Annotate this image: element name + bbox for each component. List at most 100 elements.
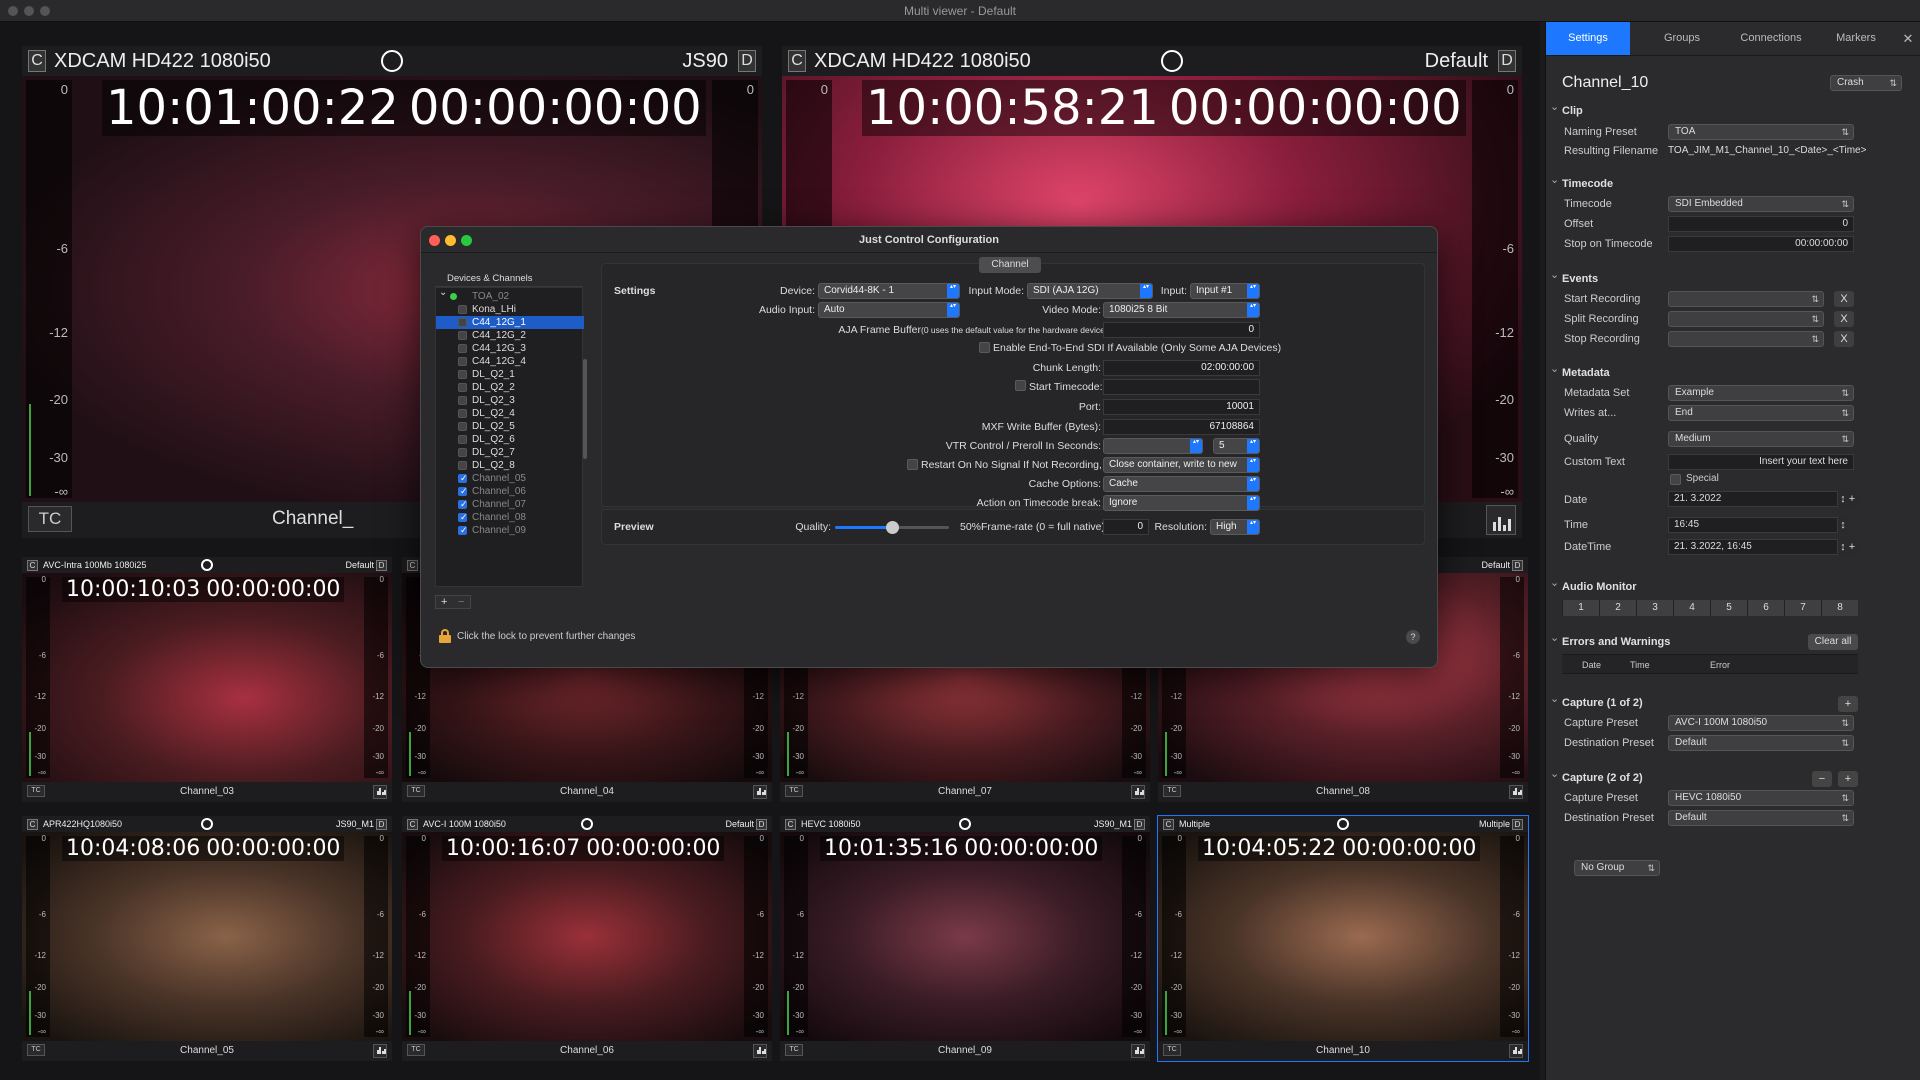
timecode-select[interactable]: SDI Embedded — [1668, 196, 1854, 212]
video-tile[interactable]: C Multiple Multiple D 10:04:05:22 00:00:00:00… — [1157, 815, 1529, 1062]
events-section[interactable]: Events — [1550, 268, 1598, 285]
add-device-button[interactable]: + — [441, 596, 447, 608]
record-icon[interactable] — [201, 818, 213, 830]
device-checkbox[interactable] — [458, 435, 467, 444]
device-list-item[interactable]: DL_Q2_5 — [436, 420, 584, 433]
input-select[interactable]: Input #1 — [1190, 283, 1260, 299]
capture2-destination-select[interactable]: Default — [1668, 810, 1854, 826]
device-checkbox[interactable] — [458, 422, 467, 431]
histogram-button[interactable] — [753, 785, 767, 799]
errors-col-date[interactable]: Date — [1582, 660, 1601, 670]
stop-recording-select[interactable] — [1668, 331, 1824, 347]
device-list-item[interactable]: Channel_07 — [436, 498, 584, 511]
capture-badge[interactable]: C — [407, 818, 418, 830]
disclosure-icon[interactable]: ⌄ — [439, 286, 447, 299]
vtr-select[interactable] — [1103, 438, 1203, 454]
audio-channel-button[interactable]: 2 — [1599, 600, 1636, 616]
capture2-remove-button[interactable]: − — [1812, 771, 1832, 787]
histogram-button[interactable] — [373, 785, 387, 799]
quality-slider-knob[interactable] — [886, 521, 899, 534]
device-list-item[interactable]: DL_Q2_8 — [436, 459, 584, 472]
capture2-section[interactable]: Capture (2 of 2) — [1550, 767, 1643, 784]
audio-channel-button[interactable]: 7 — [1784, 600, 1821, 616]
device-badge[interactable]: D — [1498, 50, 1516, 72]
device-checkbox[interactable] — [458, 461, 467, 470]
capture-badge[interactable]: C — [28, 50, 46, 72]
quality-select[interactable]: Medium — [1668, 431, 1854, 447]
video-feed[interactable] — [22, 832, 392, 1041]
capture-badge[interactable]: C — [1163, 818, 1174, 830]
tc-button[interactable]: TC — [28, 506, 72, 532]
capture2-add-button[interactable]: + — [1838, 771, 1858, 787]
datetime-add-button[interactable]: + — [1844, 539, 1860, 555]
device-badge[interactable]: D — [376, 559, 387, 571]
offset-input[interactable]: 0 — [1668, 216, 1854, 232]
resolution-select[interactable]: High — [1210, 519, 1260, 535]
device-checkbox[interactable] — [458, 485, 468, 498]
device-badge[interactable]: D — [1512, 818, 1523, 830]
errors-warnings-section[interactable]: Errors and Warnings — [1550, 631, 1670, 648]
restart-checkbox[interactable] — [907, 459, 918, 470]
capture2-preset-select[interactable]: HEVC 1080i50 — [1668, 790, 1854, 806]
device-list-item[interactable]: DL_Q2_2 — [436, 381, 584, 394]
video-feed[interactable] — [780, 832, 1150, 1041]
capture-badge[interactable]: C — [407, 559, 418, 571]
errors-col-time[interactable]: Time — [1630, 660, 1650, 670]
audio-monitor-section[interactable]: Audio Monitor — [1550, 576, 1636, 593]
record-icon[interactable] — [1161, 50, 1183, 72]
input-mode-select[interactable]: SDI (AJA 12G) — [1027, 283, 1153, 299]
dialog-minimize-button[interactable] — [445, 235, 456, 246]
capture-badge[interactable]: C — [785, 818, 796, 830]
start-timecode-input[interactable] — [1103, 379, 1260, 395]
device-list-item[interactable]: DL_Q2_4 — [436, 407, 584, 420]
split-recording-clear-button[interactable]: X — [1834, 311, 1854, 327]
frame-buffer-input[interactable]: 0 — [1103, 322, 1260, 338]
device-list-item[interactable]: ⌄ TOA_02 — [436, 287, 584, 303]
device-list-item[interactable]: Channel_09 — [436, 524, 584, 537]
video-tile[interactable]: C HEVC 1080i50 JS90_M1 D 10:01:35:16 00:00:00… — [780, 816, 1150, 1061]
audio-channel-button[interactable]: 4 — [1673, 600, 1710, 616]
device-badge[interactable]: D — [756, 818, 767, 830]
naming-preset-select[interactable]: TOA — [1668, 124, 1854, 140]
errors-col-error[interactable]: Error — [1710, 660, 1730, 670]
histogram-button[interactable] — [1509, 1044, 1523, 1058]
custom-text-input[interactable]: Insert your text here — [1668, 454, 1854, 470]
audio-channel-button[interactable]: 1 — [1562, 600, 1599, 616]
capture1-destination-select[interactable]: Default — [1668, 735, 1854, 751]
crash-select[interactable]: Crash — [1830, 75, 1902, 91]
device-list-item[interactable]: Channel_08 — [436, 511, 584, 524]
histogram-button[interactable] — [1131, 1044, 1145, 1058]
port-input[interactable]: 10001 — [1103, 399, 1260, 415]
video-tile[interactable]: C AVC-Intra 100Mb 1080i25 Default D 10:00:10… — [22, 557, 392, 802]
video-mode-select[interactable]: 1080i25 8 Bit — [1103, 302, 1260, 318]
time-input[interactable]: 16:45 — [1668, 517, 1838, 533]
help-button[interactable]: ? — [1406, 630, 1420, 644]
histogram-button[interactable] — [753, 1044, 767, 1058]
e2e-checkbox[interactable] — [979, 342, 990, 353]
device-checkbox[interactable] — [458, 305, 467, 314]
clip-section[interactable]: Clip — [1550, 100, 1583, 117]
minimize-window-button[interactable] — [24, 6, 34, 16]
clear-all-button[interactable]: Clear all — [1808, 634, 1858, 650]
device-checkbox[interactable] — [458, 511, 468, 524]
device-checkbox[interactable] — [458, 524, 468, 537]
device-list-item[interactable]: Channel_05 — [436, 472, 584, 485]
audio-channel-button[interactable]: 8 — [1821, 600, 1858, 616]
start-recording-select[interactable] — [1668, 291, 1824, 307]
remove-device-button[interactable]: − — [458, 596, 464, 608]
video-feed[interactable] — [1158, 832, 1528, 1041]
lock-icon[interactable] — [439, 629, 451, 643]
cache-options-select[interactable]: Cache — [1103, 476, 1260, 492]
audio-input-select[interactable]: Auto — [818, 302, 960, 318]
date-add-button[interactable]: + — [1844, 491, 1860, 507]
start-timecode-checkbox[interactable] — [1015, 380, 1026, 391]
device-checkbox[interactable] — [458, 409, 467, 418]
device-checkbox[interactable] — [458, 383, 467, 392]
record-icon[interactable] — [959, 818, 971, 830]
capture1-add-button[interactable]: + — [1838, 696, 1858, 712]
device-checkbox[interactable] — [458, 448, 467, 457]
device-list-item[interactable]: C44_12G_1 — [436, 316, 584, 329]
device-badge[interactable]: D — [376, 818, 387, 830]
capture-badge[interactable]: C — [27, 818, 38, 830]
record-icon[interactable] — [1337, 818, 1349, 830]
